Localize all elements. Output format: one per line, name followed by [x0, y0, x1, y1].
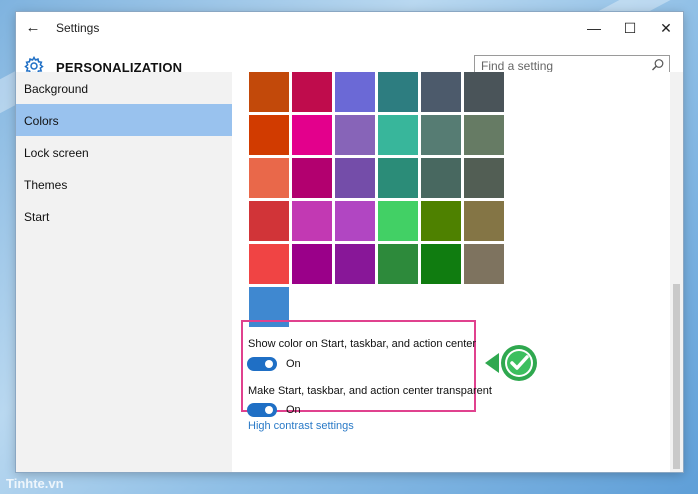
colors-content: Show color on Start, taskbar, and action…	[232, 72, 683, 472]
sidebar-item-themes[interactable]: Themes	[16, 168, 232, 200]
color-swatch[interactable]	[421, 158, 461, 198]
color-swatch[interactable]	[292, 244, 332, 284]
sidebar-item-label: Themes	[24, 178, 68, 192]
sidebar-item-colors[interactable]: Colors	[16, 104, 232, 136]
scrollbar-thumb[interactable]	[673, 284, 680, 469]
color-swatch[interactable]	[378, 72, 418, 112]
color-swatch[interactable]	[249, 115, 289, 155]
back-arrow-icon[interactable]: ←	[22, 18, 44, 38]
sidebar-item-label: Lock screen	[24, 146, 89, 160]
color-swatch[interactable]	[378, 201, 418, 241]
color-swatch[interactable]	[249, 201, 289, 241]
color-swatch[interactable]	[292, 201, 332, 241]
color-swatch[interactable]	[378, 115, 418, 155]
search-icon[interactable]	[651, 58, 665, 72]
window-title: Settings	[56, 21, 100, 35]
color-swatch[interactable]	[335, 201, 375, 241]
color-swatch[interactable]	[335, 158, 375, 198]
color-swatch[interactable]	[335, 115, 375, 155]
color-swatch[interactable]	[335, 72, 375, 112]
color-swatch[interactable]	[464, 244, 504, 284]
scrollbar[interactable]	[670, 72, 683, 472]
color-swatch[interactable]	[421, 244, 461, 284]
title-bar: ← Settings — ☐ ✕	[16, 12, 683, 44]
toggle-knob	[265, 406, 273, 414]
color-swatch[interactable]	[292, 115, 332, 155]
sidebar-item-label: Start	[24, 210, 50, 224]
sidebar-item-label: Colors	[24, 114, 59, 128]
maximize-button[interactable]: ☐	[612, 12, 648, 44]
show-color-state: On	[286, 358, 301, 370]
color-swatch[interactable]	[249, 244, 289, 284]
color-swatch[interactable]	[421, 72, 461, 112]
watermark: Tinhte.vn	[6, 476, 64, 491]
sidebar-item-lock-screen[interactable]: Lock screen	[16, 136, 232, 168]
green-checkmark-icon	[485, 345, 537, 381]
transparent-state: On	[286, 404, 301, 416]
color-swatch[interactable]	[421, 115, 461, 155]
show-color-toggle[interactable]	[247, 357, 277, 371]
color-swatch[interactable]	[464, 72, 504, 112]
color-swatch[interactable]	[249, 158, 289, 198]
close-button[interactable]: ✕	[648, 12, 683, 44]
color-swatch[interactable]	[378, 244, 418, 284]
color-swatch[interactable]	[292, 72, 332, 112]
sidebar-item-background[interactable]: Background	[16, 72, 232, 104]
toggle-knob	[265, 360, 273, 368]
transparent-label: Make Start, taskbar, and action center t…	[248, 385, 492, 397]
color-swatch[interactable]	[464, 115, 504, 155]
minimize-button[interactable]: —	[576, 12, 612, 44]
sidebar-item-label: Background	[24, 82, 89, 96]
settings-window: ← Settings — ☐ ✕ PERSONALIZATION Backgro…	[16, 12, 683, 472]
color-swatch[interactable]	[378, 158, 418, 198]
color-swatch[interactable]	[292, 158, 332, 198]
color-swatch[interactable]	[249, 72, 289, 112]
transparent-toggle[interactable]	[247, 403, 277, 417]
color-swatch[interactable]	[335, 244, 375, 284]
high-contrast-link[interactable]: High contrast settings	[248, 420, 354, 432]
sidebar: Background Colors Lock screen Themes Sta…	[16, 72, 232, 472]
color-swatch[interactable]	[464, 158, 504, 198]
sidebar-item-start[interactable]: Start	[16, 200, 232, 232]
show-color-label: Show color on Start, taskbar, and action…	[248, 338, 477, 350]
color-swatch[interactable]	[464, 201, 504, 241]
color-swatch[interactable]	[421, 201, 461, 241]
